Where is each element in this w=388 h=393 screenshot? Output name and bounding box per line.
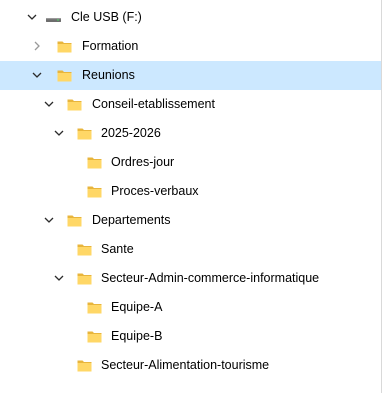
tree-item-label: Conseil-etablissement (92, 97, 215, 111)
tree-item-conseil-etablissement[interactable]: Conseil-etablissement (0, 90, 381, 119)
tree-item-formation[interactable]: Formation (0, 32, 381, 61)
tree-item-label: Secteur-Admin-commerce-informatique (101, 271, 320, 285)
folder-icon (66, 212, 83, 229)
folder-icon (76, 241, 93, 258)
chevron-down-icon[interactable] (42, 213, 56, 227)
folder-icon (86, 299, 103, 316)
tree-item-label: 2025-2026 (101, 126, 161, 140)
folder-icon (76, 125, 93, 142)
tree-item-2025-2026[interactable]: 2025-2026 (0, 119, 381, 148)
tree-item-label: Formation (82, 39, 139, 53)
chevron-right-icon[interactable] (30, 39, 44, 53)
chevron-down-icon[interactable] (42, 97, 56, 111)
tree-item-equipe-a[interactable]: Equipe-A (0, 293, 381, 322)
tree-item-label: Equipe-B (111, 329, 163, 343)
folder-icon (56, 67, 73, 84)
folder-icon (76, 357, 93, 374)
chevron-down-icon[interactable] (52, 271, 66, 285)
tree-item-label: Ordres-jour (111, 155, 175, 169)
tree-item-reunions[interactable]: Reunions (0, 61, 381, 90)
tree-item-label: Secteur-Alimentation-tourisme (101, 358, 270, 372)
tree-item-cle-usb[interactable]: Cle USB (F:) (0, 3, 381, 32)
chevron-down-icon[interactable] (30, 68, 44, 82)
tree-item-sante[interactable]: Sante (0, 235, 381, 264)
tree-item-label: Equipe-A (111, 300, 163, 314)
folder-icon (66, 96, 83, 113)
tree-item-label: Proces-verbaux (111, 184, 199, 198)
folder-icon (76, 270, 93, 287)
navigation-pane: Cle USB (F:) Formation Reunions Conseil-… (0, 0, 388, 393)
tree-item-label: Departements (92, 213, 171, 227)
folder-icon (86, 328, 103, 345)
tree-item-departements[interactable]: Departements (0, 206, 381, 235)
chevron-down-icon[interactable] (52, 126, 66, 140)
tree-item-secteur-alimentation-tourisme[interactable]: Secteur-Alimentation-tourisme (0, 351, 381, 380)
chevron-down-icon[interactable] (25, 10, 39, 24)
tree-item-label: Cle USB (F:) (71, 10, 142, 24)
tree-item-label: Reunions (82, 68, 135, 82)
folder-icon (56, 38, 73, 55)
folder-icon (86, 183, 103, 200)
tree-item-proces-verbaux[interactable]: Proces-verbaux (0, 177, 381, 206)
folder-tree: Cle USB (F:) Formation Reunions Conseil-… (0, 0, 381, 377)
tree-item-secteur-admin-commerce-informatique[interactable]: Secteur-Admin-commerce-informatique (0, 264, 381, 293)
folder-icon (86, 154, 103, 171)
tree-item-equipe-b[interactable]: Equipe-B (0, 322, 381, 351)
tree-item-ordres-jour[interactable]: Ordres-jour (0, 148, 381, 177)
tree-item-label: Sante (101, 242, 134, 256)
pane-divider (381, 0, 382, 393)
usb-drive-icon (45, 9, 62, 26)
